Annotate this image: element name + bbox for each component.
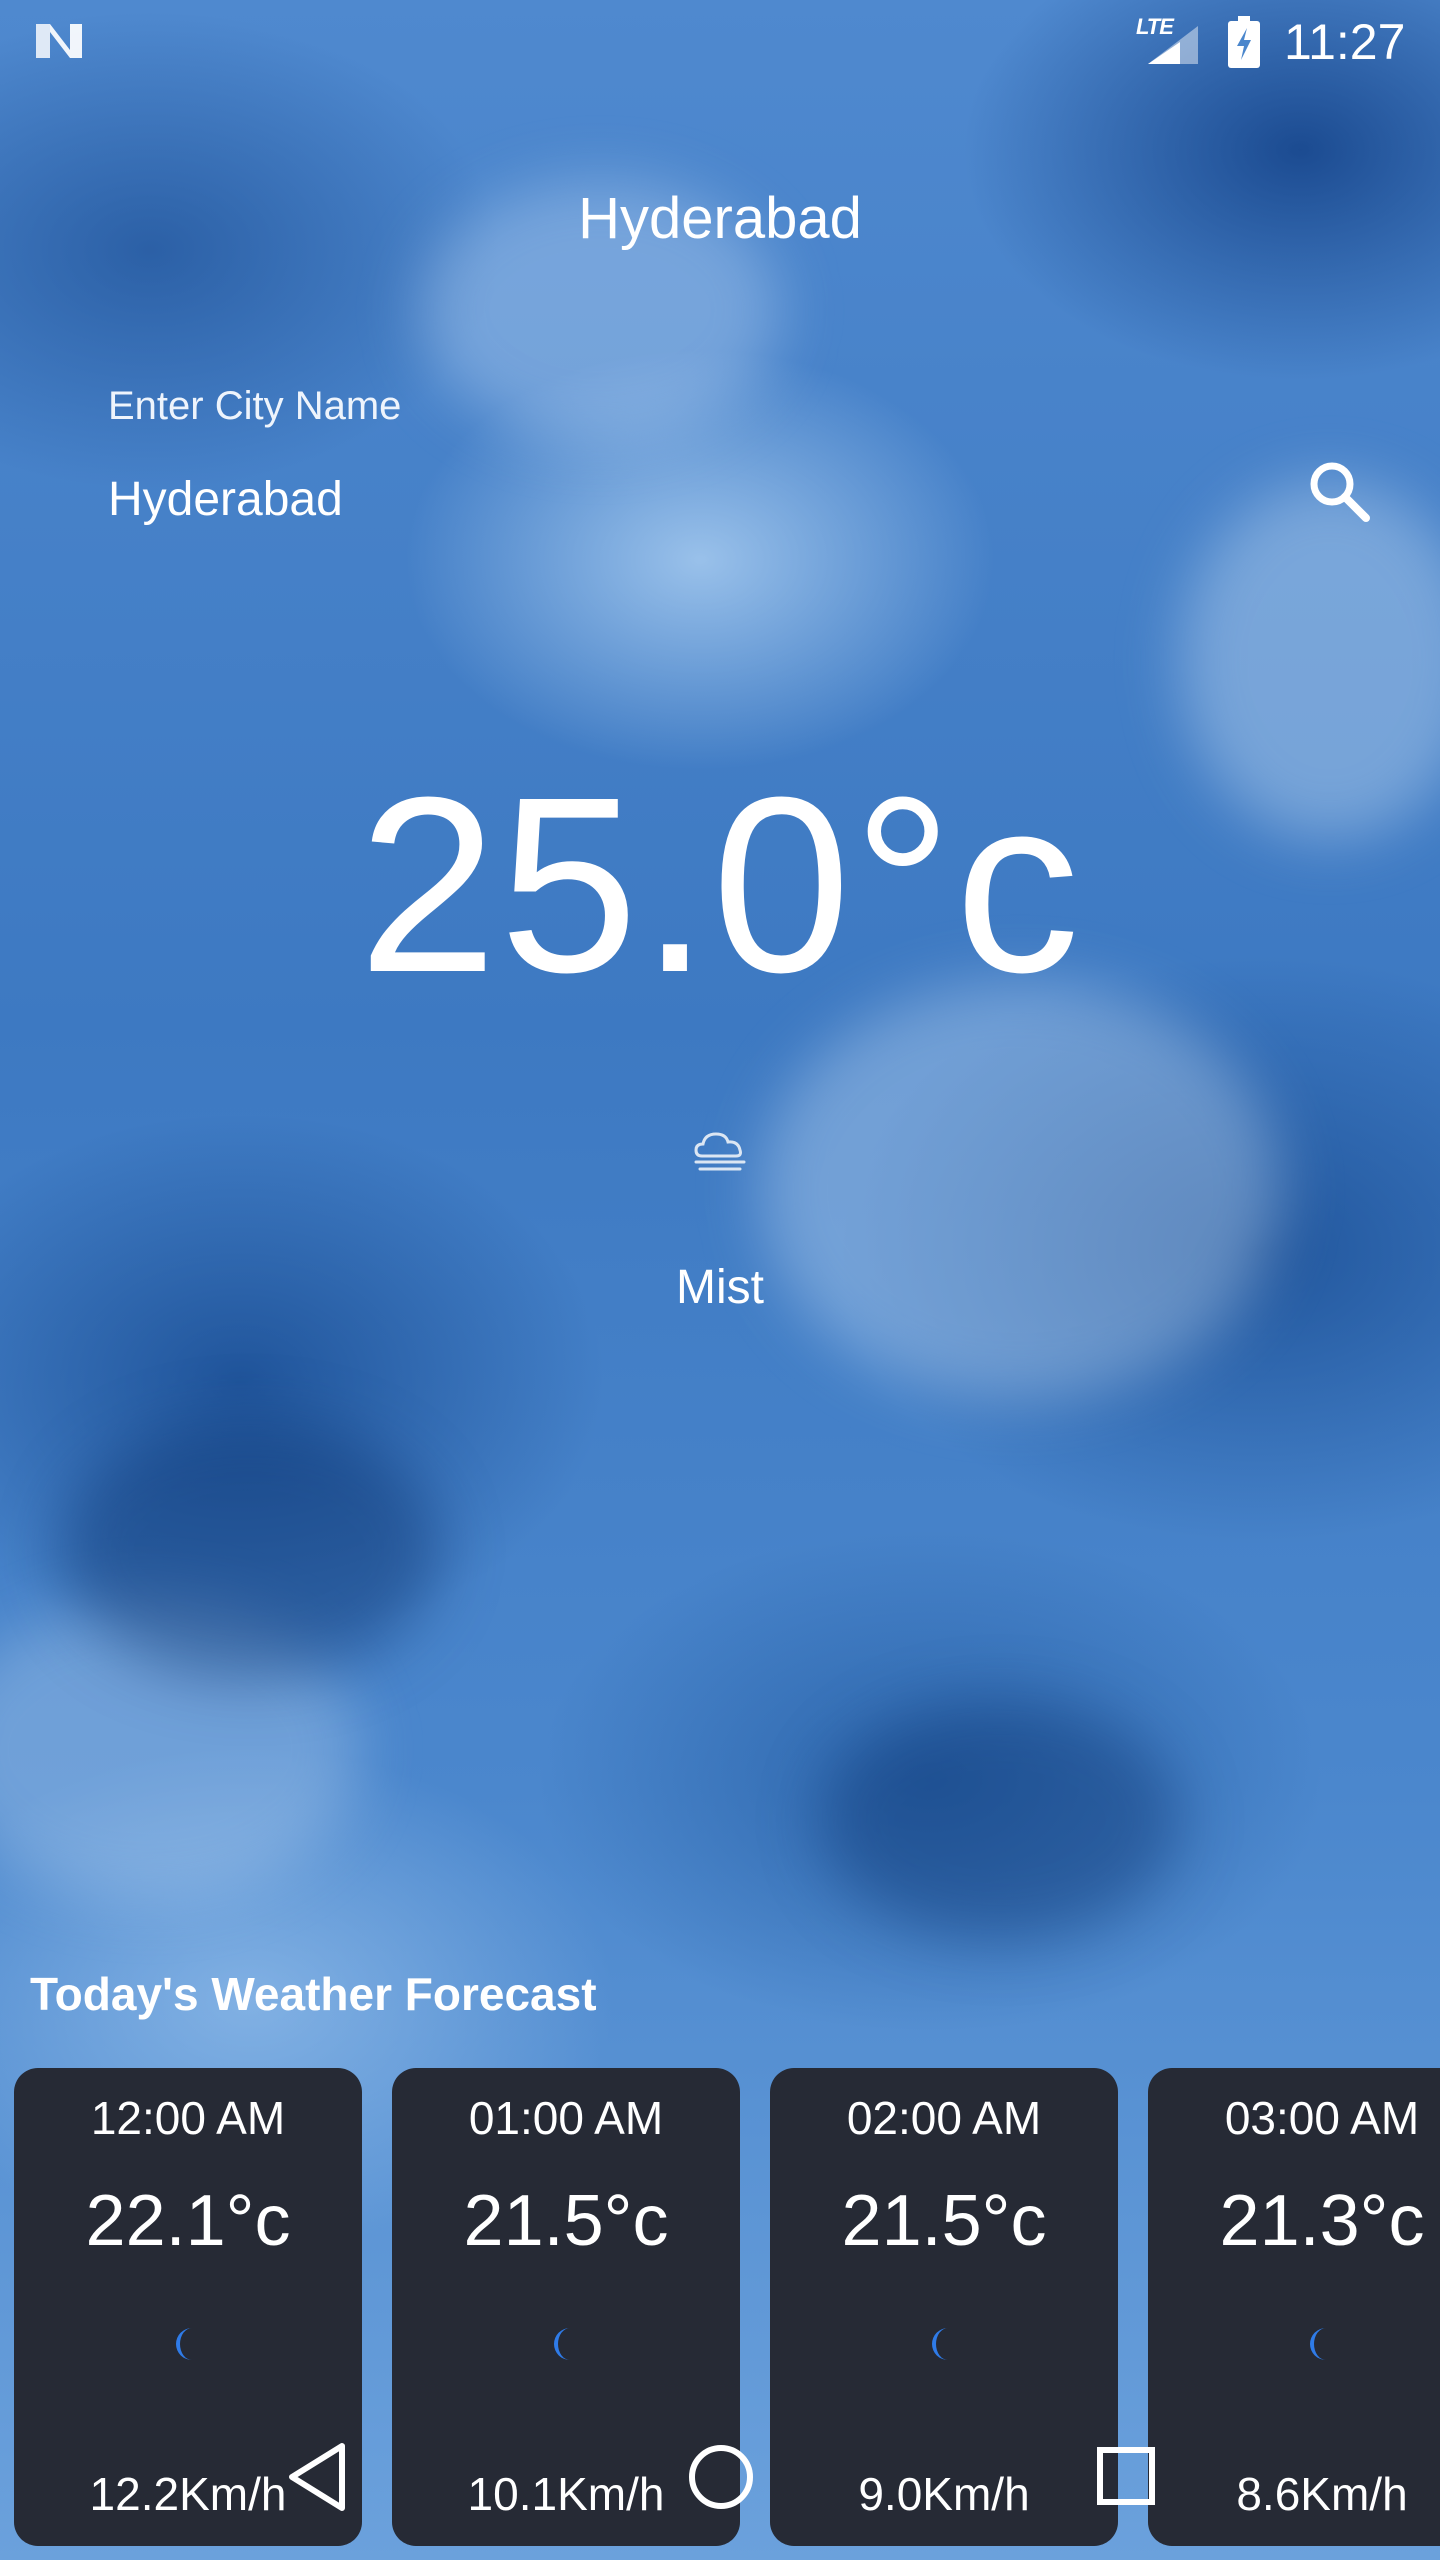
recents-icon[interactable] <box>1096 2446 1156 2506</box>
back-icon[interactable] <box>286 2440 348 2514</box>
lte-signal-icon <box>1148 26 1198 64</box>
forecast-temperature: 21.5°c <box>463 2181 669 2261</box>
forecast-temperature: 22.1°c <box>85 2181 291 2261</box>
moon-icon <box>932 2328 948 2360</box>
forecast-card[interactable]: 02:00 AM 21.5°c 9.0Km/h <box>770 2068 1118 2546</box>
forecast-time: 01:00 AM <box>468 2092 664 2144</box>
current-temperature: 25.0°c <box>358 745 1082 1024</box>
city-input-label: Enter City Name <box>108 384 402 428</box>
city-title: Hyderabad <box>578 186 862 251</box>
forecast-temperature: 21.3°c <box>1219 2181 1425 2261</box>
status-bar: LTE 11:27 <box>0 0 1440 84</box>
mist-cloud-icon <box>694 1132 746 1171</box>
moon-icon <box>554 2328 570 2360</box>
status-clock: 11:27 <box>1284 14 1406 70</box>
moon-icon <box>1310 2328 1326 2360</box>
home-icon[interactable] <box>688 2444 754 2510</box>
forecast-temperature: 21.5°c <box>841 2181 1047 2261</box>
moon-icon <box>176 2328 192 2360</box>
search-icon[interactable] <box>1300 452 1380 532</box>
weather-condition: Mist <box>676 1261 764 1314</box>
battery-charging-icon <box>1228 16 1260 68</box>
notification-n-icon <box>36 24 82 58</box>
forecast-wind-speed: 8.6Km/h <box>1236 2468 1408 2520</box>
forecast-title: Today's Weather Forecast <box>30 1968 597 2020</box>
forecast-time: 03:00 AM <box>1224 2092 1420 2144</box>
forecast-wind-speed: 9.0Km/h <box>858 2468 1030 2520</box>
city-search-input[interactable] <box>108 470 1208 530</box>
forecast-time: 12:00 AM <box>90 2092 286 2144</box>
forecast-time: 02:00 AM <box>846 2092 1042 2144</box>
forecast-card[interactable]: 03:00 AM 21.3°c 8.6Km/h <box>1148 2068 1440 2546</box>
